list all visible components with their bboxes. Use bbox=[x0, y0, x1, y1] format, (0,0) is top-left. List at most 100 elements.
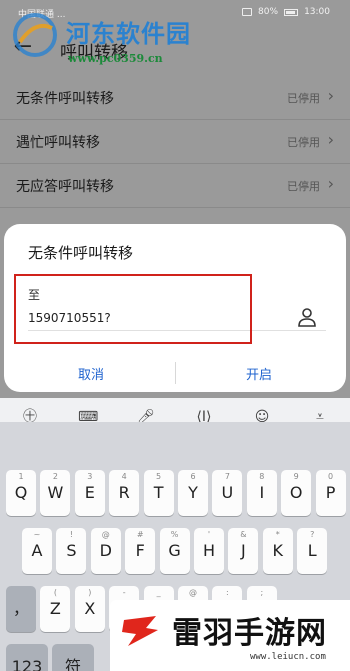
key-label: F bbox=[135, 541, 145, 560]
key-label: 123 bbox=[11, 657, 43, 671]
key-secondary-label: 5 bbox=[156, 472, 162, 481]
key-label: E bbox=[84, 483, 95, 502]
brand-name: 雷羽手游网 bbox=[172, 616, 327, 651]
brand-url: www.leiucn.com bbox=[250, 652, 326, 662]
key-q[interactable]: 1Q bbox=[6, 470, 36, 516]
key-secondary-label: 1 bbox=[18, 472, 24, 481]
key-label: H bbox=[202, 541, 216, 560]
setting-value: 已停用 bbox=[287, 136, 320, 149]
setting-label: 无条件呼叫转移 bbox=[16, 91, 114, 107]
key-z[interactable]: (Z bbox=[40, 586, 71, 632]
key-f[interactable]: # F bbox=[125, 528, 156, 574]
key-l[interactable]: ? L bbox=[297, 528, 328, 574]
setting-label: 遇忙呼叫转移 bbox=[16, 135, 100, 151]
key-g[interactable]: % G bbox=[159, 528, 190, 574]
key-d[interactable]: @ D bbox=[90, 528, 121, 574]
key-secondary-label: # bbox=[136, 530, 144, 539]
highlight-annotation bbox=[14, 274, 252, 344]
key-secondary-label: @ bbox=[101, 530, 110, 539]
status-right: 80% 13:00 bbox=[242, 7, 330, 17]
key-s[interactable]: ! S bbox=[56, 528, 87, 574]
key-label: T bbox=[153, 483, 164, 502]
key-label: W bbox=[47, 483, 64, 502]
key-label: D bbox=[99, 541, 112, 560]
setting-value: 已停用 bbox=[287, 180, 320, 193]
key-u[interactable]: 7U bbox=[212, 470, 243, 516]
key-secondary-label: ? bbox=[310, 530, 315, 539]
key-y[interactable]: 6Y bbox=[178, 470, 208, 516]
chevron-right-icon: › bbox=[327, 174, 334, 193]
key-secondary-label: ; bbox=[260, 588, 264, 597]
key-secondary-label: 8 bbox=[259, 472, 265, 481]
key-secondary-label: 2 bbox=[52, 472, 58, 481]
key-secondary-label: ) bbox=[88, 588, 92, 597]
key-secondary-label: 4 bbox=[121, 472, 127, 481]
key-secondary-label: ~ bbox=[33, 530, 41, 539]
key-i[interactable]: 8I bbox=[246, 470, 277, 516]
chevron-right-icon: › bbox=[327, 86, 334, 105]
settings-list: 无条件呼叫转移 已停用 › 遇忙呼叫转移 已停用 › 无应答呼叫转移 已停用 › bbox=[0, 76, 350, 208]
key-label: 符 bbox=[64, 657, 81, 671]
key-secondary-label: ( bbox=[53, 588, 57, 597]
setting-value: 已停用 bbox=[287, 92, 320, 105]
setting-unconditional[interactable]: 无条件呼叫转移 已停用 › bbox=[0, 76, 350, 120]
key-label: U bbox=[221, 483, 234, 502]
key-a[interactable]: ~ A bbox=[22, 528, 52, 574]
key-secondary-label: 0 bbox=[328, 472, 334, 481]
brand-logo-icon bbox=[122, 616, 158, 646]
key-secondary-label: 7 bbox=[224, 472, 230, 481]
key-e[interactable]: 3E bbox=[74, 470, 105, 516]
enable-button[interactable]: 开启 bbox=[184, 360, 334, 386]
dialog-title: 无条件呼叫转移 bbox=[28, 244, 134, 262]
key-label: R bbox=[118, 483, 130, 502]
setting-busy[interactable]: 遇忙呼叫转移 已停用 › bbox=[0, 120, 350, 164]
key-comma[interactable]: ， bbox=[6, 586, 36, 632]
key-label: K bbox=[272, 541, 284, 560]
key-secondary-label: - bbox=[122, 588, 126, 597]
key-label: X bbox=[84, 599, 96, 618]
key-o[interactable]: 9O bbox=[281, 470, 312, 516]
key-label: O bbox=[289, 483, 303, 502]
setting-no-answer[interactable]: 无应答呼叫转移 已停用 › bbox=[0, 164, 350, 208]
key-w[interactable]: 2W bbox=[40, 470, 71, 516]
watermark-title: 河东软件园 bbox=[66, 19, 191, 48]
key-t[interactable]: 5T bbox=[143, 470, 174, 516]
key-secondary-label: 6 bbox=[190, 472, 196, 481]
key-secondary-label: 3 bbox=[87, 472, 93, 481]
key-label: L bbox=[307, 541, 317, 560]
site-watermark: 河东软件园 www.pc0359.cn bbox=[10, 10, 240, 70]
contact-picker-icon[interactable] bbox=[296, 306, 318, 328]
key-label: Q bbox=[14, 483, 28, 502]
key-label: J bbox=[241, 541, 246, 560]
action-divider bbox=[175, 362, 176, 384]
key-secondary-label: 9 bbox=[293, 472, 299, 481]
key-符[interactable]: 符 bbox=[52, 644, 94, 671]
key-secondary-label: _ bbox=[156, 588, 161, 597]
key-secondary-label: ! bbox=[69, 530, 73, 539]
cancel-button[interactable]: 取消 bbox=[16, 360, 166, 386]
key-label: Y bbox=[188, 483, 198, 502]
battery-percent: 80% bbox=[258, 7, 279, 17]
key-label: G bbox=[168, 541, 181, 560]
wifi-icon bbox=[242, 8, 253, 16]
key-label: I bbox=[259, 483, 265, 502]
bottom-watermark: 雷羽手游网 www.leiucn.com bbox=[110, 600, 350, 671]
call-forward-dialog: 无条件呼叫转移 至 取消 开启 bbox=[4, 224, 346, 392]
key-label: A bbox=[31, 541, 43, 560]
key-r[interactable]: 4R bbox=[109, 470, 140, 516]
key-h[interactable]: ' H bbox=[194, 528, 224, 574]
key-x[interactable]: ) X bbox=[74, 586, 105, 632]
key-secondary-label: @ bbox=[189, 588, 197, 597]
chevron-right-icon: › bbox=[327, 130, 334, 149]
watermark-logo-icon bbox=[13, 13, 57, 57]
key-label: Z bbox=[49, 599, 61, 618]
key-secondary-label: * bbox=[275, 530, 280, 539]
watermark-url: www.pc0359.cn bbox=[68, 52, 163, 65]
key-j[interactable]: & J bbox=[228, 528, 259, 574]
key-label: S bbox=[66, 541, 77, 560]
key-secondary-label: % bbox=[170, 530, 179, 539]
key-123[interactable]: 123 bbox=[6, 644, 48, 671]
key-k[interactable]: * K bbox=[262, 528, 293, 574]
dialog-actions: 取消 开启 bbox=[4, 354, 346, 392]
key-p[interactable]: 0P bbox=[315, 470, 346, 516]
